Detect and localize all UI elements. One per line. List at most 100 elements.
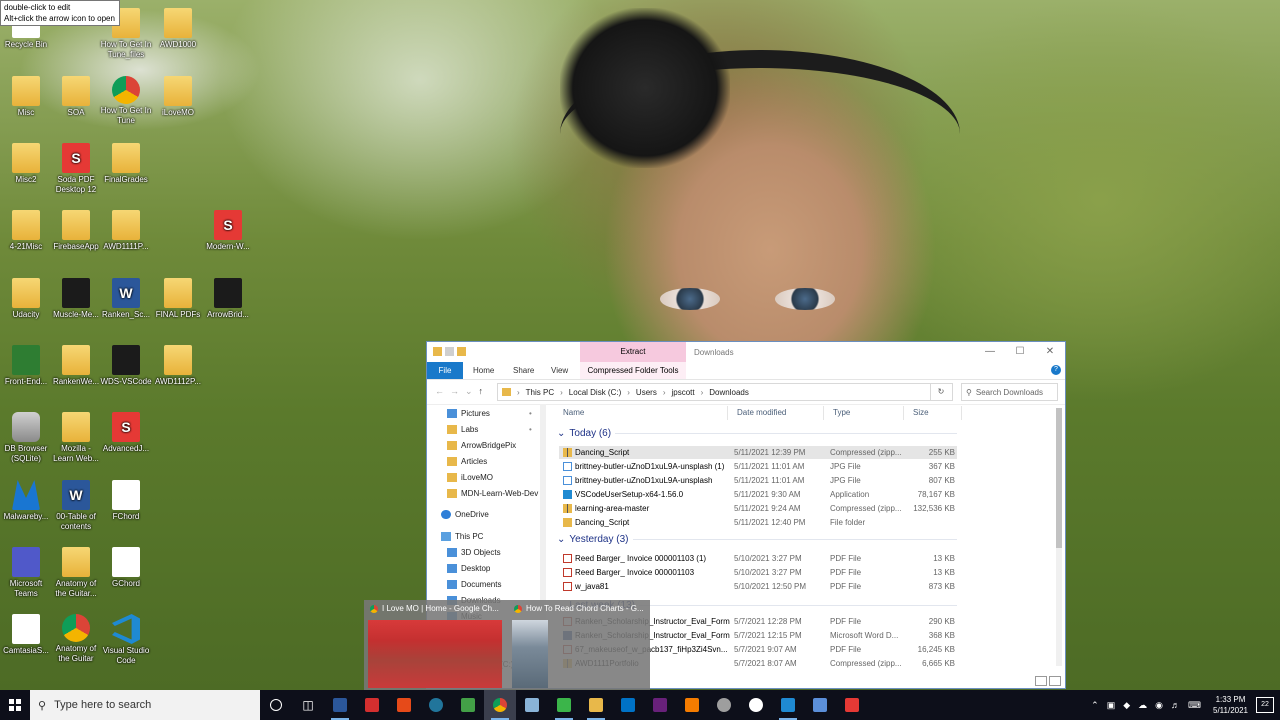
desktop-icon[interactable]: Mozilla - Learn Web... bbox=[50, 412, 102, 464]
taskbar-file-explorer[interactable] bbox=[580, 690, 612, 720]
desktop-icon[interactable]: Microsoft Teams bbox=[0, 547, 52, 599]
taskbar-app[interactable] bbox=[516, 690, 548, 720]
nav-item[interactable]: iLoveMO bbox=[447, 473, 493, 482]
up-arrow-icon[interactable]: ↑ bbox=[479, 386, 484, 397]
desktop-icon[interactable]: FChord bbox=[100, 480, 152, 522]
thumbnail-chrome-ilovemo[interactable]: I Love MO | Home - Google Ch... bbox=[364, 600, 506, 690]
desktop-icon[interactable]: S Modern-W... bbox=[202, 210, 254, 252]
details-view-icon[interactable] bbox=[1035, 676, 1047, 686]
recent-chevron-icon[interactable]: ⌄ bbox=[465, 386, 473, 397]
taskbar-visual-studio[interactable] bbox=[644, 690, 676, 720]
column-date-modified[interactable]: Date modified bbox=[737, 408, 786, 417]
clock[interactable]: 1:33 PM 5/11/2021 bbox=[1213, 694, 1248, 716]
nav-item[interactable]: Articles bbox=[447, 457, 487, 466]
taskbar-photos[interactable] bbox=[804, 690, 836, 720]
nav-item[interactable]: Desktop bbox=[447, 564, 490, 573]
desktop-icon[interactable]: Visual Studio Code bbox=[100, 614, 152, 666]
chevron-down-icon[interactable]: ⌄ bbox=[557, 534, 565, 545]
desktop-icon[interactable]: W Ranken_Sc... bbox=[100, 278, 152, 320]
nav-item[interactable]: Labs • bbox=[447, 425, 532, 434]
desktop-icon[interactable]: Udacity bbox=[0, 278, 52, 320]
forward-arrow-icon[interactable]: → bbox=[450, 386, 459, 397]
desktop-icon[interactable]: S Soda PDF Desktop 12 bbox=[50, 143, 102, 195]
desktop-icon[interactable]: AWD1112P... bbox=[152, 345, 204, 387]
desktop-icon[interactable]: FirebaseApp bbox=[50, 210, 102, 252]
tab-home[interactable]: Home bbox=[473, 362, 494, 379]
taskbar-app-orange[interactable] bbox=[676, 690, 708, 720]
taskbar-camtasia[interactable] bbox=[548, 690, 580, 720]
desktop-icon[interactable]: Front-End... bbox=[0, 345, 52, 387]
scrollbar-thumb[interactable] bbox=[1056, 408, 1062, 548]
desktop-icon[interactable]: Misc bbox=[0, 76, 52, 118]
close-button[interactable]: ✕ bbox=[1035, 342, 1065, 362]
file-row[interactable]: Reed Barger_ Invoice 000001103 5/10/2021 … bbox=[559, 566, 957, 579]
file-row[interactable]: w_java81 5/10/2021 12:50 PM PDF File 873 KB bbox=[559, 580, 957, 593]
title-bar[interactable]: Extract Downloads — ☐ ✕ bbox=[427, 342, 1065, 362]
taskbar-wordpress[interactable] bbox=[420, 690, 452, 720]
desktop-icon[interactable]: AWD1000 bbox=[152, 8, 204, 50]
taskbar-vscode[interactable] bbox=[772, 690, 804, 720]
file-row[interactable]: brittney-butler-uZnoD1xuL9A-unsplash 5/11… bbox=[559, 474, 957, 487]
keyboard-icon[interactable]: ⌨ bbox=[1188, 700, 1201, 711]
file-list-scrollbar[interactable] bbox=[1056, 408, 1062, 666]
file-row[interactable]: Dancing_Script 5/11/2021 12:40 PM File fol… bbox=[559, 516, 957, 529]
onedrive-icon[interactable]: ☁ bbox=[1138, 700, 1147, 711]
desktop-icon[interactable]: W 00-Table of contents bbox=[50, 480, 102, 532]
breadcrumb-local-disk[interactable]: Local Disk (C:) bbox=[569, 388, 621, 397]
breadcrumb-users[interactable]: Users bbox=[636, 388, 657, 397]
nav-item[interactable]: OneDrive bbox=[441, 510, 489, 519]
volume-icon[interactable]: ♬ bbox=[1171, 700, 1180, 710]
desktop-icon[interactable]: FINAL PDFs bbox=[152, 278, 204, 320]
breadcrumb-jpscott[interactable]: jpscott bbox=[671, 388, 694, 397]
tab-view[interactable]: View bbox=[551, 362, 568, 379]
desktop-icon[interactable]: RankenWe... bbox=[50, 345, 102, 387]
pin-icon[interactable]: • bbox=[529, 409, 532, 418]
desktop-icon[interactable]: DB Browser (SQLite) bbox=[0, 412, 52, 464]
file-row[interactable]: brittney-butler-uZnoD1xuL9A-unsplash (1)… bbox=[559, 460, 957, 473]
desktop-icon[interactable]: CamtasiaS... bbox=[0, 614, 52, 656]
desktop-icon[interactable]: WDS-VSCode bbox=[100, 345, 152, 387]
taskbar-chrome[interactable] bbox=[484, 690, 516, 720]
group-header[interactable]: ⌄ Today (6) bbox=[557, 428, 957, 439]
network-icon[interactable]: ▣ bbox=[1107, 700, 1116, 711]
start-button[interactable] bbox=[0, 690, 30, 720]
desktop-icon[interactable]: AWD1111P... bbox=[100, 210, 152, 252]
maximize-button[interactable]: ☐ bbox=[1005, 342, 1035, 362]
desktop-icon[interactable]: ArrowBrid... bbox=[202, 278, 254, 320]
task-view-button[interactable]: ◫ bbox=[292, 690, 324, 720]
taskbar-notepad[interactable] bbox=[452, 690, 484, 720]
desktop-icon[interactable]: GChord bbox=[100, 547, 152, 589]
file-row[interactable]: Reed Barger_ Invoice 000001103 (1) 5/10/2… bbox=[559, 552, 957, 565]
breadcrumb-downloads[interactable]: Downloads bbox=[709, 388, 749, 397]
taskbar-word[interactable] bbox=[324, 690, 356, 720]
address-bar[interactable]: › This PC › Local Disk (C:) › Users › jp… bbox=[497, 383, 953, 401]
taskbar-acrobat[interactable] bbox=[356, 690, 388, 720]
desktop-icon[interactable]: 4-21Misc bbox=[0, 210, 52, 252]
taskbar-office[interactable] bbox=[388, 690, 420, 720]
desktop-icon[interactable]: How To Get In Tune bbox=[100, 76, 152, 126]
large-icons-view-icon[interactable] bbox=[1049, 676, 1061, 686]
dropbox-icon[interactable]: ◆ bbox=[1123, 700, 1130, 711]
taskbar-search-box[interactable]: ⚲ Type here to search bbox=[30, 690, 260, 720]
desktop-icon[interactable]: Anatomy of the Guitar bbox=[50, 614, 102, 664]
tab-file[interactable]: File bbox=[427, 362, 463, 379]
group-header[interactable]: ⌄ Yesterday (3) bbox=[557, 534, 957, 545]
new-folder-icon[interactable] bbox=[457, 347, 466, 356]
desktop-icon[interactable]: Anatomy of the Guitar... bbox=[50, 547, 102, 599]
pin-icon[interactable]: • bbox=[529, 425, 532, 434]
desktop-icon[interactable]: FinalGrades bbox=[100, 143, 152, 185]
desktop-icon[interactable]: S AdvancedJ... bbox=[100, 412, 152, 454]
desktop-icon[interactable]: Malwareby... bbox=[0, 480, 52, 522]
context-tab-extract[interactable]: Extract bbox=[580, 342, 686, 362]
minimize-button[interactable]: — bbox=[975, 342, 1005, 362]
back-arrow-icon[interactable]: ← bbox=[435, 386, 444, 397]
taskbar-emoji-app[interactable] bbox=[740, 690, 772, 720]
file-row[interactable]: learning-area-master 5/11/2021 9:24 AM Com… bbox=[559, 502, 957, 515]
taskbar-settings[interactable] bbox=[708, 690, 740, 720]
taskbar-outlook[interactable] bbox=[612, 690, 644, 720]
nav-item[interactable]: ArrowBridgePix bbox=[447, 441, 516, 450]
nav-item[interactable]: This PC bbox=[441, 532, 483, 541]
chevron-up-icon[interactable]: ⌃ bbox=[1091, 700, 1099, 711]
nav-item[interactable]: Pictures • bbox=[447, 409, 532, 418]
refresh-icon[interactable]: ↻ bbox=[930, 383, 951, 401]
